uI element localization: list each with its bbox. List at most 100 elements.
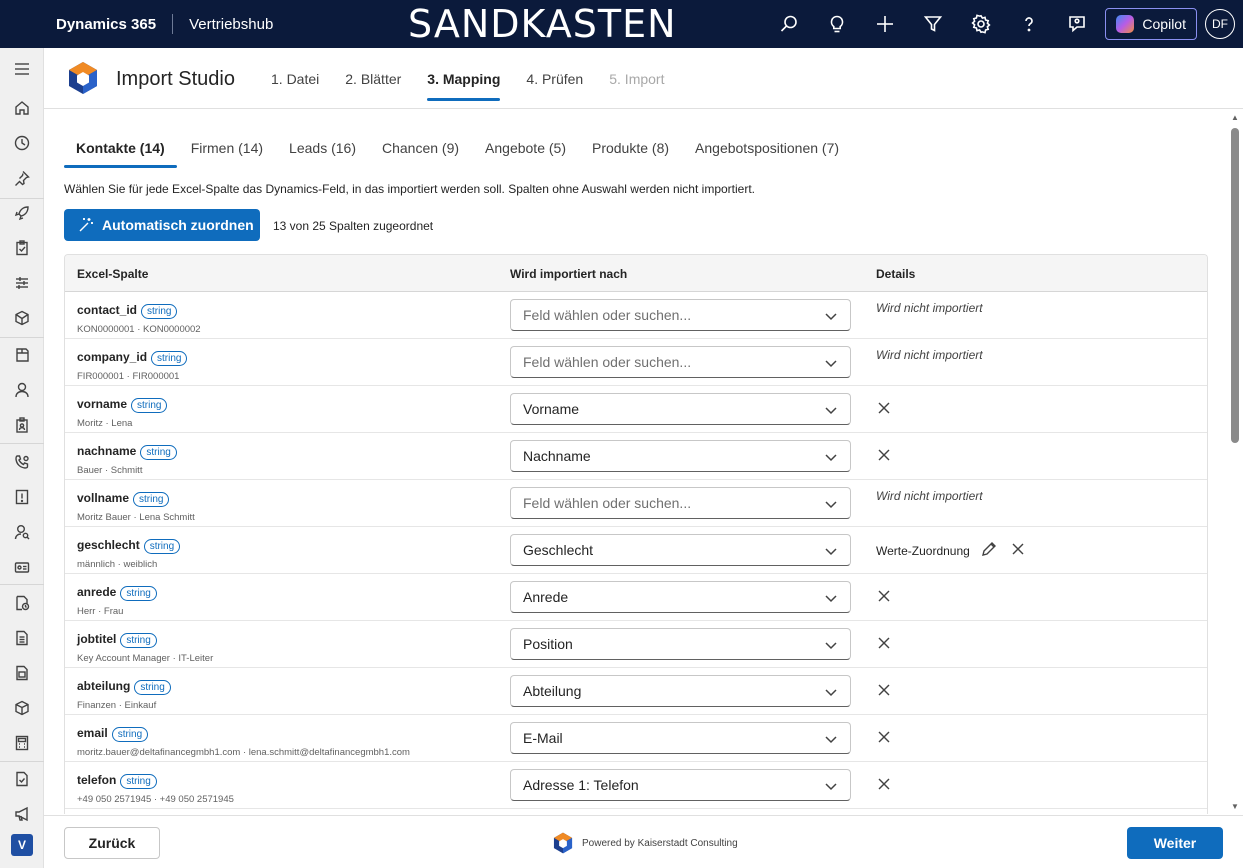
person-icon[interactable] bbox=[0, 373, 44, 407]
box-icon[interactable] bbox=[0, 691, 44, 725]
back-button[interactable]: Zurück bbox=[64, 827, 160, 859]
copilot-button[interactable]: Copilot bbox=[1105, 8, 1197, 40]
step-datei[interactable]: 1. Datei bbox=[271, 48, 319, 109]
close-icon[interactable] bbox=[876, 682, 892, 701]
close-icon[interactable] bbox=[876, 776, 892, 795]
target-field-select[interactable]: Vorname bbox=[510, 393, 851, 425]
excel-column-cell: email string moritz.bauer@deltafinancegmbh… bbox=[77, 725, 410, 758]
powered-by: Powered by Kaiserstadt Consulting bbox=[552, 832, 738, 854]
type-badge: string bbox=[133, 492, 170, 507]
edit-icon[interactable] bbox=[980, 540, 1010, 561]
close-icon[interactable] bbox=[876, 447, 892, 466]
details-cell bbox=[876, 668, 892, 715]
not-imported-label: Wird nicht importiert bbox=[876, 348, 983, 362]
close-icon[interactable] bbox=[876, 588, 892, 607]
target-field-select[interactable]: Feld wählen oder suchen... bbox=[510, 487, 851, 519]
app-name[interactable]: Vertriebshub bbox=[189, 16, 273, 33]
header-target: Wird importiert nach bbox=[510, 267, 628, 281]
target-field-select[interactable]: E-Mail bbox=[510, 722, 851, 754]
lightbulb-icon[interactable] bbox=[813, 0, 861, 48]
target-field-select[interactable]: Anrede bbox=[510, 581, 851, 613]
powered-by-text: Powered by Kaiserstadt Consulting bbox=[582, 837, 738, 849]
type-badge: string bbox=[131, 398, 168, 413]
details-cell: Werte-Zuordnung bbox=[876, 527, 1026, 574]
rocket-icon[interactable] bbox=[0, 196, 44, 230]
doc-list-icon[interactable] bbox=[0, 656, 44, 690]
doc-icon[interactable] bbox=[0, 621, 44, 655]
scrollbar-thumb[interactable] bbox=[1231, 128, 1239, 443]
avatar[interactable]: DF bbox=[1205, 9, 1235, 39]
copilot-icon bbox=[1116, 15, 1135, 33]
close-icon[interactable] bbox=[876, 400, 892, 419]
tab-chancen[interactable]: Chancen (9) bbox=[382, 128, 459, 168]
type-badge: string bbox=[120, 586, 157, 601]
column-name: vorname bbox=[77, 397, 128, 411]
divider bbox=[172, 14, 174, 34]
sliders-icon[interactable] bbox=[0, 266, 44, 300]
help-icon[interactable] bbox=[1005, 0, 1053, 48]
target-field-select[interactable]: Geschlecht bbox=[510, 534, 851, 566]
target-field-select[interactable]: Position bbox=[510, 628, 851, 660]
excel-column-cell: vorname string Moritz · Lena bbox=[77, 396, 168, 429]
close-icon[interactable] bbox=[1010, 541, 1026, 560]
tab-produkte[interactable]: Produkte (8) bbox=[592, 128, 669, 168]
cube-icon[interactable] bbox=[0, 301, 44, 335]
step-mapping[interactable]: 3. Mapping bbox=[427, 48, 501, 109]
scroll-down-icon[interactable]: ▼ bbox=[1231, 803, 1239, 811]
menu-icon[interactable] bbox=[0, 52, 44, 86]
tab-firmen[interactable]: Firmen (14) bbox=[191, 128, 263, 168]
target-field-value: Adresse 1: Telefon bbox=[523, 777, 639, 793]
phone-gear-icon[interactable] bbox=[0, 445, 44, 479]
search-icon[interactable] bbox=[765, 0, 813, 48]
plus-icon[interactable] bbox=[861, 0, 909, 48]
target-field-select[interactable]: Adresse 1: Telefon bbox=[510, 769, 851, 801]
filter-icon[interactable] bbox=[909, 0, 957, 48]
tab-kontakte[interactable]: Kontakte (14) bbox=[64, 128, 177, 168]
megaphone-icon[interactable] bbox=[0, 797, 44, 831]
target-field-select[interactable]: Feld wählen oder suchen... bbox=[510, 346, 851, 378]
target-field-value: Vorname bbox=[523, 401, 580, 417]
recent-icon[interactable] bbox=[0, 126, 44, 160]
header-details: Details bbox=[876, 267, 916, 281]
person-search-icon[interactable] bbox=[0, 515, 44, 549]
target-field-value: Feld wählen oder suchen... bbox=[523, 307, 692, 323]
doc-clock-icon[interactable] bbox=[0, 586, 44, 620]
pin-icon[interactable] bbox=[0, 161, 44, 195]
doc-check-icon[interactable] bbox=[0, 762, 44, 796]
area-switcher[interactable]: V bbox=[11, 834, 33, 856]
scroll-up-icon[interactable]: ▲ bbox=[1231, 114, 1239, 122]
target-field-select[interactable]: Feld wählen oder suchen... bbox=[510, 299, 851, 331]
alert-icon[interactable] bbox=[0, 480, 44, 514]
gear-icon[interactable] bbox=[957, 0, 1005, 48]
calculator-icon[interactable] bbox=[0, 726, 44, 760]
auto-map-button[interactable]: Automatisch zuordnen bbox=[64, 209, 260, 241]
brand-name[interactable]: Dynamics 365 bbox=[56, 16, 156, 33]
excel-column-cell: telefon string +49 050 2571945 · +49 050 2… bbox=[77, 772, 234, 805]
type-badge: string bbox=[140, 445, 177, 460]
sample-values: FIR000001 · FIR000001 bbox=[77, 371, 180, 382]
step-pruefen[interactable]: 4. Prüfen bbox=[526, 48, 583, 109]
tab-angebote[interactable]: Angebote (5) bbox=[485, 128, 566, 168]
column-name: contact_id bbox=[77, 303, 138, 317]
next-button[interactable]: Weiter bbox=[1127, 827, 1223, 859]
target-field-select[interactable]: Abteilung bbox=[510, 675, 851, 707]
close-icon[interactable] bbox=[876, 635, 892, 654]
chevron-down-icon bbox=[825, 736, 837, 744]
tab-leads[interactable]: Leads (16) bbox=[289, 128, 356, 168]
clipboard-icon[interactable] bbox=[0, 231, 44, 265]
table-row: vollname string Moritz Bauer · Lena Schmit… bbox=[65, 480, 1207, 527]
divider bbox=[0, 443, 44, 444]
chat-icon[interactable] bbox=[1053, 0, 1101, 48]
mapped-count: 13 von 25 Spalten zugeordnet bbox=[273, 219, 434, 233]
target-field-select[interactable]: Nachname bbox=[510, 440, 851, 472]
chevron-down-icon bbox=[825, 454, 837, 462]
card-icon[interactable] bbox=[0, 550, 44, 584]
book-icon[interactable] bbox=[0, 338, 44, 372]
target-field-value: Position bbox=[523, 636, 573, 652]
home-icon[interactable] bbox=[0, 91, 44, 125]
studio-header: Import Studio 1. Datei 2. Blätter 3. Map… bbox=[44, 48, 1243, 109]
step-blaetter[interactable]: 2. Blätter bbox=[345, 48, 401, 109]
close-icon[interactable] bbox=[876, 729, 892, 748]
id-badge-icon[interactable] bbox=[0, 408, 44, 442]
tab-angebotspositionen[interactable]: Angebotspositionen (7) bbox=[695, 128, 839, 168]
